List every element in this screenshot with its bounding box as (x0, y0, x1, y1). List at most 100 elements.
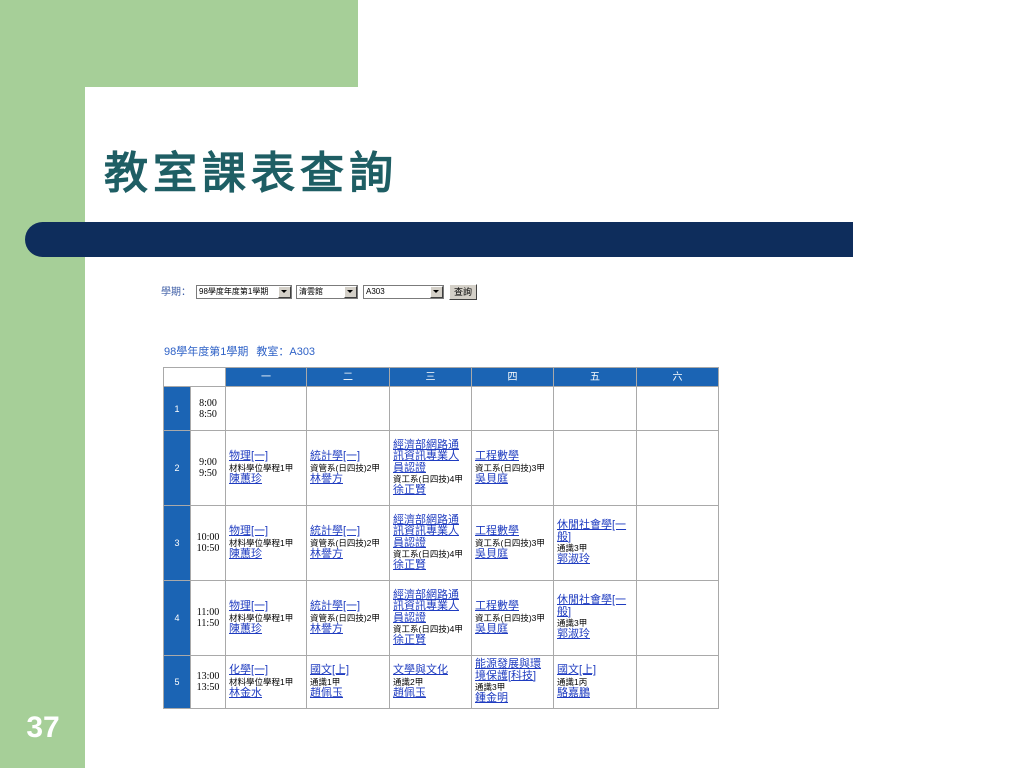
course-link[interactable]: 物理[一] (229, 525, 303, 538)
timetable-cell (553, 386, 637, 431)
teacher-link[interactable]: 林譽方 (310, 548, 386, 561)
teacher-link[interactable]: 趙佩玉 (310, 687, 386, 700)
cell-content: 休閒社會學[一般] 通識3甲 郭淑玲 (555, 582, 636, 655)
teacher-link[interactable]: 林金水 (229, 687, 303, 700)
course-link[interactable]: 文學與文化 (393, 664, 468, 677)
timetable-cell: 休閒社會學[一般] 通識3甲 郭淑玲 (553, 580, 637, 656)
schedule-heading-room: 教室：A303 (256, 346, 316, 358)
cell-content: 統計學[一] 資管系(日四技)2甲 林譽方 (308, 432, 389, 505)
teacher-link[interactable]: 陳蕙珍 (229, 473, 303, 486)
class-name: 資工系(日四技)3甲 (475, 612, 545, 623)
teacher-link[interactable]: 郭淑玲 (557, 629, 633, 641)
cell-content (555, 388, 636, 430)
course-link[interactable]: 工程數學 (475, 525, 550, 538)
timetable-cell (306, 386, 390, 431)
slide-green-left-band (0, 0, 85, 768)
course-link[interactable]: 經濟部網路通訊資訊專業人員認證 (393, 439, 468, 475)
teacher-link[interactable]: 徐正賢 (393, 559, 468, 572)
chevron-down-icon[interactable] (278, 286, 291, 298)
course-link[interactable]: 化學[一] (229, 664, 303, 677)
course-link[interactable]: 工程數學 (475, 450, 550, 463)
room-select[interactable]: A303 (363, 285, 444, 299)
timetable-cell (389, 386, 472, 431)
course-link[interactable]: 能源發展與環境保護[科技] (475, 659, 550, 682)
cell-content: 文學與文化 通識2甲 趙佩玉 (391, 657, 471, 708)
period-time-cell: 13:00 13:50 (190, 655, 226, 709)
period-number-cell: 1 (163, 386, 191, 431)
timetable-cell (225, 386, 307, 431)
cell-content: 工程數學 資工系(日四技)3甲 吳貝庭 (473, 507, 553, 580)
building-select[interactable]: 清雲館 (296, 285, 358, 299)
cell-content (227, 388, 306, 430)
teacher-link[interactable]: 郭淑玲 (557, 554, 633, 566)
course-link[interactable]: 經濟部網路通訊資訊專業人員認證 (393, 514, 468, 550)
teacher-link[interactable]: 林譽方 (310, 623, 386, 636)
day-header-tue: 二 (306, 367, 390, 387)
cell-content: 物理[一] 材料學位學程1甲 陳蕙珍 (227, 582, 306, 655)
timetable-cell: 統計學[一] 資管系(日四技)2甲 林譽方 (306, 505, 390, 581)
day-header-thu: 四 (471, 367, 554, 387)
course-link[interactable]: 統計學[一] (310, 450, 386, 463)
cell-content (308, 388, 389, 430)
slide-page-number: 37 (26, 711, 60, 744)
teacher-link[interactable]: 吳貝庭 (475, 473, 550, 486)
period-time-cell: 11:00 11:50 (190, 580, 226, 656)
chevron-down-icon[interactable] (430, 286, 443, 298)
semester-select-value: 98學度年度第1學期 (199, 287, 269, 296)
course-link[interactable]: 工程數學 (475, 600, 550, 613)
period-start-time: 9:00 (199, 457, 217, 468)
schedule-row: 1 8:00 8:50 (163, 386, 719, 431)
course-link[interactable]: 休閒社會學[一般] (557, 595, 633, 618)
period-start-time: 10:00 (196, 532, 220, 543)
teacher-link[interactable]: 徐正賢 (393, 634, 468, 647)
cell-content: 統計學[一] 資管系(日四技)2甲 林譽方 (308, 582, 389, 655)
query-button[interactable]: 查詢 (449, 284, 477, 300)
course-link[interactable]: 物理[一] (229, 450, 303, 463)
timetable-cell: 物理[一] 材料學位學程1甲 陳蕙珍 (225, 505, 307, 581)
teacher-link[interactable]: 陳蕙珍 (229, 548, 303, 561)
day-header-mon: 一 (225, 367, 307, 387)
period-number-cell: 5 (163, 655, 191, 709)
class-name: 材料學位學程1甲 (229, 612, 294, 623)
teacher-link[interactable]: 鍾金明 (475, 693, 550, 705)
teacher-link[interactable]: 吳貝庭 (475, 623, 550, 636)
cell-content: 經濟部網路通訊資訊專業人員認證 資工系(日四技)4甲 徐正賢 (391, 582, 471, 655)
timetable-cell: 統計學[一] 資管系(日四技)2甲 林譽方 (306, 580, 390, 656)
course-link[interactable]: 國文[上] (557, 664, 633, 677)
course-link[interactable]: 休閒社會學[一般] (557, 520, 633, 543)
course-link[interactable]: 經濟部網路通訊資訊專業人員認證 (393, 589, 468, 625)
course-link[interactable]: 統計學[一] (310, 600, 386, 613)
semester-select[interactable]: 98學度年度第1學期 (196, 285, 292, 299)
chevron-down-icon[interactable] (344, 286, 357, 298)
timetable-cell: 工程數學 資工系(日四技)3甲 吳貝庭 (471, 580, 554, 656)
class-name: 通識1甲 (310, 676, 341, 687)
cell-content: 統計學[一] 資管系(日四技)2甲 林譽方 (308, 507, 389, 580)
period-end-time: 13:50 (196, 682, 220, 693)
timetable-cell (636, 430, 719, 506)
timetable-cell: 經濟部網路通訊資訊專業人員認證 資工系(日四技)4甲 徐正賢 (389, 430, 472, 506)
course-link[interactable]: 國文[上] (310, 664, 386, 677)
timetable-header-row: 一 二 三 四 五 六 (163, 367, 719, 387)
schedule-row: 3 10:00 10:50 物理[一] 材料學位學程1甲 陳蕙珍 統計學[一] 資管系(日四技… (163, 505, 719, 581)
teacher-link[interactable]: 陳蕙珍 (229, 623, 303, 636)
course-link[interactable]: 物理[一] (229, 600, 303, 613)
period-end-time: 11:50 (196, 618, 220, 629)
teacher-link[interactable]: 駱嘉鵬 (557, 687, 633, 700)
course-link[interactable]: 統計學[一] (310, 525, 386, 538)
teacher-link[interactable]: 林譽方 (310, 473, 386, 486)
cell-content (638, 657, 718, 708)
cell-content: 工程數學 資工系(日四技)3甲 吳貝庭 (473, 582, 553, 655)
schedule-heading: 98學年度第1學期 教室：A303 (164, 345, 315, 359)
timetable-cell (636, 505, 719, 581)
teacher-link[interactable]: 徐正賢 (393, 484, 468, 497)
cell-content: 化學[一] 材料學位學程1甲 林金水 (227, 657, 306, 708)
teacher-link[interactable]: 趙佩玉 (393, 687, 468, 700)
timetable-corner-cell (163, 367, 226, 387)
cell-content (638, 432, 718, 505)
cell-content: 經濟部網路通訊資訊專業人員認證 資工系(日四技)4甲 徐正賢 (391, 432, 471, 505)
period-time-cell: 10:00 10:50 (190, 505, 226, 581)
cell-content (638, 507, 718, 580)
semester-label: 學期： (161, 287, 191, 298)
slide-title-underline-bar (25, 222, 853, 257)
teacher-link[interactable]: 吳貝庭 (475, 548, 550, 561)
